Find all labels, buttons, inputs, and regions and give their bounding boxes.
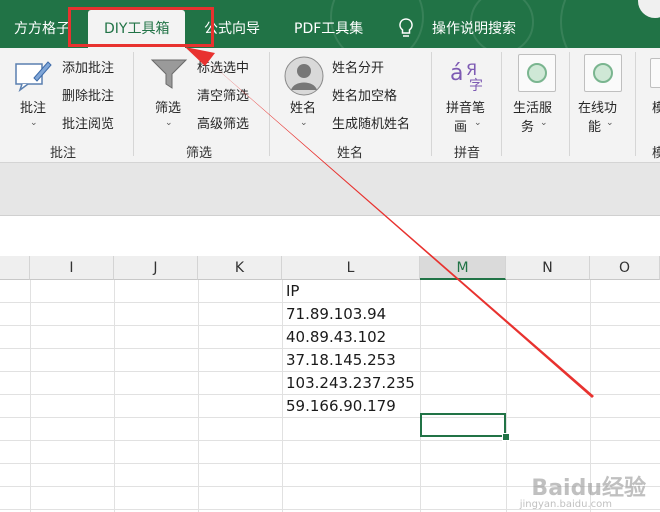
arrowhead: [185, 47, 215, 66]
watermark-logo: Baidu经验: [531, 476, 646, 501]
watermark-url: jingyan.baidu.com: [519, 499, 612, 510]
annotation-arrow: [185, 47, 594, 398]
arrow-shaft: [201, 55, 594, 398]
